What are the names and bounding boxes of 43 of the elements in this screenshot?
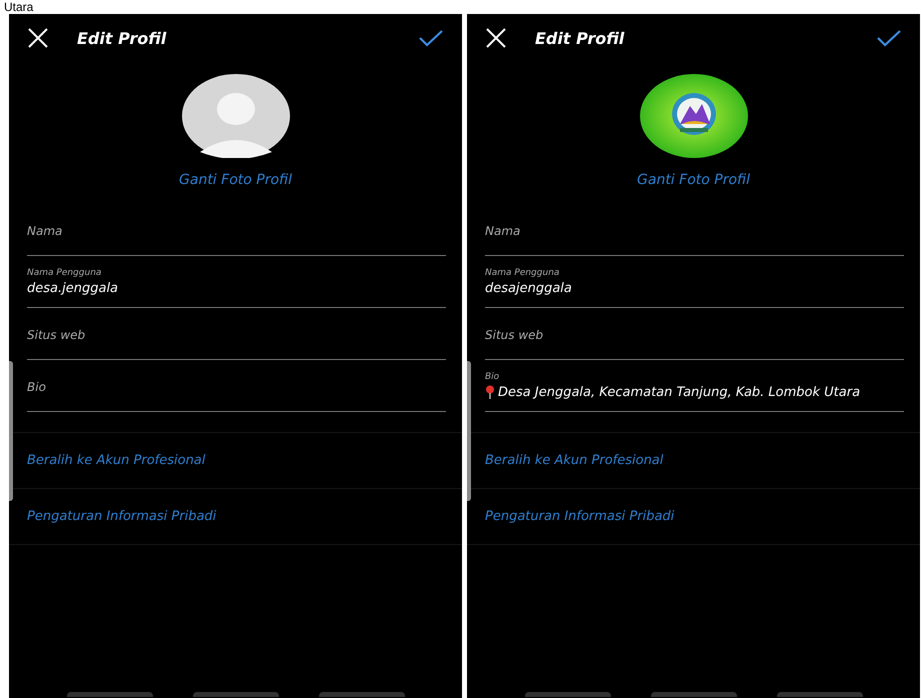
change-photo-link[interactable]: Ganti Foto Profil xyxy=(637,172,750,188)
field-value: desa.jenggala xyxy=(27,280,118,296)
check-icon[interactable] xyxy=(418,29,444,47)
text-field[interactable]: Nama Pengguna desa.jenggala xyxy=(27,256,446,308)
pin-icon xyxy=(485,385,495,399)
field-placeholder: Situs web xyxy=(27,328,86,342)
text-field[interactable]: Situs web xyxy=(485,308,904,360)
field-label: Nama Pengguna xyxy=(485,268,560,278)
text-field[interactable]: Situs web xyxy=(27,308,446,360)
nav-button[interactable] xyxy=(66,692,152,697)
avatar-silhouette-icon[interactable] xyxy=(182,74,290,158)
scroll-handle[interactable] xyxy=(467,361,471,501)
settings-link[interactable]: Pengaturan Informasi Pribadi xyxy=(27,509,216,524)
text-field[interactable]: Bio Desa Jenggala, Kecamatan Tanjung, Kab. Lombok Utara xyxy=(485,360,904,412)
text-field[interactable]: Nama Pengguna desajenggala xyxy=(485,256,904,308)
change-photo-link[interactable]: Ganti Foto Profil xyxy=(179,172,292,188)
check-icon[interactable] xyxy=(876,29,902,47)
settings-link[interactable]: Beralih ke Akun Profesional xyxy=(27,453,206,468)
nav-button[interactable] xyxy=(318,692,404,697)
settings-link[interactable]: Pengaturan Informasi Pribadi xyxy=(485,509,674,524)
field-placeholder: Bio xyxy=(27,380,46,394)
caption-text: Utara xyxy=(3,0,34,14)
field-label: Bio xyxy=(485,372,500,382)
field-placeholder: Nama xyxy=(27,224,62,238)
field-value: desajenggala xyxy=(485,280,572,296)
screen-title: Edit Profil xyxy=(535,28,626,48)
field-label: Nama Pengguna xyxy=(27,268,102,278)
close-icon[interactable] xyxy=(485,27,507,49)
nav-button[interactable] xyxy=(192,692,278,697)
nav-button[interactable] xyxy=(524,692,610,697)
nav-button[interactable] xyxy=(776,692,862,697)
logo-drawing[interactable] xyxy=(640,74,748,158)
field-value: Desa Jenggala, Kecamatan Tanjung, Kab. Lombok Utara xyxy=(498,384,860,400)
close-icon[interactable] xyxy=(27,27,49,49)
screen-title: Edit Profil xyxy=(77,28,168,48)
nav-button[interactable] xyxy=(650,692,736,697)
text-field[interactable]: Nama xyxy=(27,204,446,256)
text-field[interactable]: Bio xyxy=(27,360,446,412)
field-placeholder: Situs web xyxy=(485,328,544,342)
field-placeholder: Nama xyxy=(485,224,520,238)
scroll-handle[interactable] xyxy=(9,361,13,501)
text-field[interactable]: Nama xyxy=(485,204,904,256)
settings-link[interactable]: Beralih ke Akun Profesional xyxy=(485,453,664,468)
